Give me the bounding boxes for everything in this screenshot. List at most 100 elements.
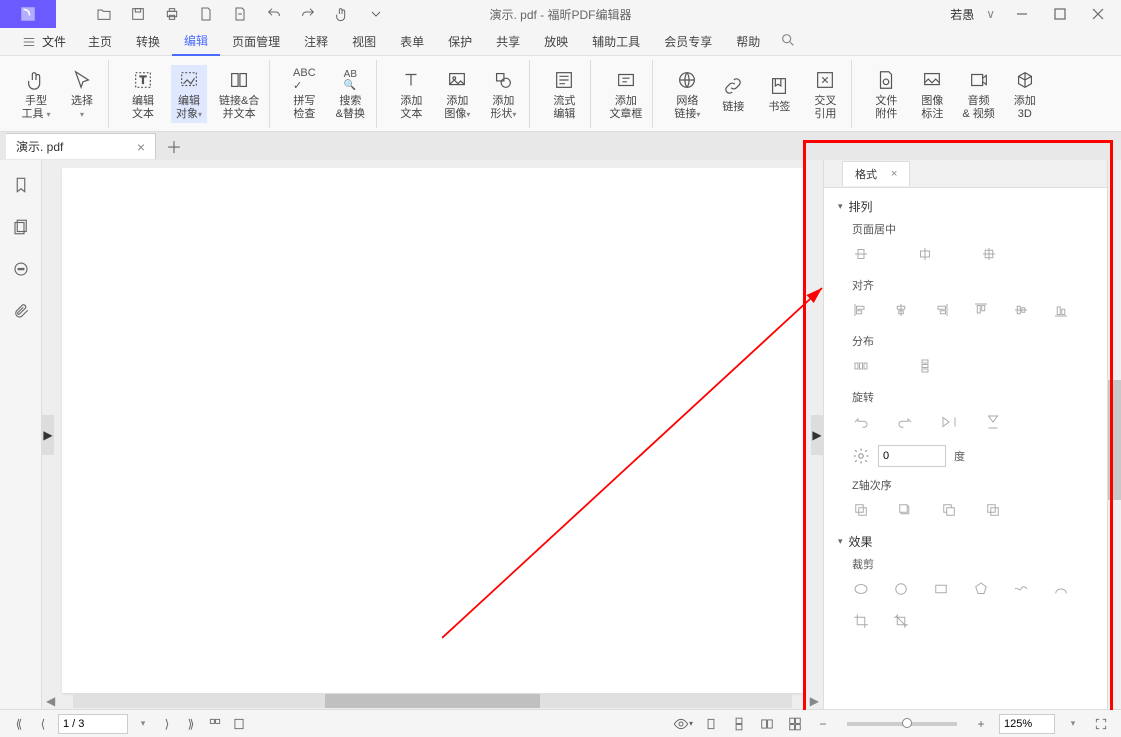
first-page-button[interactable]: ⟪ bbox=[10, 715, 28, 733]
arrange-section-header[interactable]: ▾排列 bbox=[838, 198, 1093, 215]
hand-drop-icon[interactable] bbox=[334, 6, 350, 22]
tab-close-icon[interactable]: × bbox=[137, 139, 145, 155]
menu-home[interactable]: 主页 bbox=[76, 28, 124, 56]
send-backward-icon[interactable] bbox=[940, 501, 958, 519]
doc1-icon[interactable] bbox=[198, 6, 214, 22]
menu-comment[interactable]: 注释 bbox=[292, 28, 340, 56]
send-back-icon[interactable] bbox=[984, 501, 1002, 519]
menu-view[interactable]: 视图 bbox=[340, 28, 388, 56]
panel-scrollbar[interactable] bbox=[1107, 160, 1121, 709]
doc2-icon[interactable] bbox=[232, 6, 248, 22]
zoom-input[interactable] bbox=[999, 714, 1055, 734]
menu-vip[interactable]: 会员专享 bbox=[652, 28, 724, 56]
menu-convert[interactable]: 转换 bbox=[124, 28, 172, 56]
menu-pages[interactable]: 页面管理 bbox=[220, 28, 292, 56]
zoom-slider[interactable] bbox=[847, 722, 957, 726]
fullscreen-icon[interactable] bbox=[1091, 714, 1111, 734]
format-tab-close-icon[interactable]: × bbox=[891, 168, 897, 180]
attachments-panel-icon[interactable] bbox=[12, 302, 30, 320]
effects-section-header[interactable]: ▾效果 bbox=[838, 533, 1093, 550]
collapse-right-button[interactable]: ▶ bbox=[811, 415, 823, 455]
thumbnails-icon[interactable] bbox=[206, 715, 224, 733]
crop-free-icon[interactable] bbox=[892, 612, 910, 630]
prev-page-button[interactable]: ⟨ bbox=[34, 715, 52, 733]
menu-form[interactable]: 表单 bbox=[388, 28, 436, 56]
crop-rect-icon[interactable] bbox=[932, 580, 950, 598]
search-icon[interactable] bbox=[780, 32, 796, 51]
crop-curve-icon[interactable] bbox=[1052, 580, 1070, 598]
add-image-button[interactable]: 添加 图像▾ bbox=[439, 65, 475, 123]
rotate-cw-icon[interactable] bbox=[896, 413, 914, 431]
distribute-v-icon[interactable] bbox=[916, 357, 934, 375]
menu-share[interactable]: 共享 bbox=[484, 28, 532, 56]
attachment-button[interactable]: 文件 附件 bbox=[868, 65, 904, 123]
menu-edit[interactable]: 编辑 bbox=[172, 28, 220, 56]
more-icon[interactable] bbox=[368, 6, 384, 22]
eye-icon[interactable]: ▾ bbox=[673, 714, 693, 734]
image-annot-button[interactable]: 图像 标注 bbox=[914, 65, 950, 123]
spell-check-button[interactable]: ABC✓拼写 检查 bbox=[286, 65, 322, 123]
hand-tool-button[interactable]: 手型 工具 ▾ bbox=[18, 65, 54, 123]
bring-front-icon[interactable] bbox=[852, 501, 870, 519]
layout-facing-icon[interactable] bbox=[757, 714, 777, 734]
crop-wave-icon[interactable] bbox=[1012, 580, 1030, 598]
zoom-out-button[interactable]: − bbox=[813, 714, 833, 734]
edit-object-button[interactable]: 编辑 对象▾ bbox=[171, 65, 207, 123]
distribute-h-icon[interactable] bbox=[852, 357, 870, 375]
last-page-button[interactable]: ⟫ bbox=[182, 715, 200, 733]
zoom-in-button[interactable]: + bbox=[971, 714, 991, 734]
flip-h-icon[interactable] bbox=[940, 413, 958, 431]
next-page-button[interactable]: ⟩ bbox=[158, 715, 176, 733]
crop-tool-icon[interactable] bbox=[852, 612, 870, 630]
crossref-button[interactable]: 交叉 引用 bbox=[807, 65, 843, 123]
menu-accessibility[interactable]: 辅助工具 bbox=[580, 28, 652, 56]
crop-polygon-icon[interactable] bbox=[972, 580, 990, 598]
save-icon[interactable] bbox=[130, 6, 146, 22]
open-icon[interactable] bbox=[96, 6, 112, 22]
bookmark-button[interactable]: 书签 bbox=[761, 71, 797, 116]
center-v-icon[interactable] bbox=[916, 245, 934, 263]
maximize-button[interactable] bbox=[1045, 0, 1075, 28]
add-text-button[interactable]: 添加 文本 bbox=[393, 65, 429, 123]
menu-help[interactable]: 帮助 bbox=[724, 28, 772, 56]
layout-continuous-icon[interactable] bbox=[729, 714, 749, 734]
select-button[interactable]: 选择▾ bbox=[64, 65, 100, 123]
bookmark-panel-icon[interactable] bbox=[12, 176, 30, 194]
crop-oval-icon[interactable] bbox=[852, 580, 870, 598]
page-input[interactable] bbox=[58, 714, 128, 734]
print-icon[interactable] bbox=[164, 6, 180, 22]
horizontal-scrollbar[interactable]: ◀ ▶ bbox=[42, 693, 823, 709]
user-label[interactable]: 若愚 bbox=[950, 6, 974, 23]
add-shape-button[interactable]: 添加 形状▾ bbox=[485, 65, 521, 123]
format-tab[interactable]: 格式 × bbox=[842, 161, 910, 186]
reflow-edit-button[interactable]: 流式 编辑 bbox=[546, 65, 582, 123]
link-merge-button[interactable]: 链接&合 并文本 bbox=[217, 65, 261, 123]
user-chev-icon[interactable]: ∨ bbox=[986, 7, 995, 21]
layout-continuous-facing-icon[interactable] bbox=[785, 714, 805, 734]
close-button[interactable] bbox=[1083, 0, 1113, 28]
minimize-button[interactable] bbox=[1007, 0, 1037, 28]
search-replace-button[interactable]: AB🔍搜索 &替换 bbox=[332, 65, 368, 123]
weblink-button[interactable]: 网络 链接▾ bbox=[669, 65, 705, 123]
align-center-h-icon[interactable] bbox=[892, 301, 910, 319]
align-middle-icon[interactable] bbox=[1012, 301, 1030, 319]
document-tab[interactable]: 演示. pdf × bbox=[6, 133, 156, 159]
pdf-page[interactable] bbox=[62, 168, 803, 693]
layout-single-icon[interactable] bbox=[701, 714, 721, 734]
redo-icon[interactable] bbox=[300, 6, 316, 22]
add-3d-button[interactable]: 添加 3D bbox=[1007, 65, 1043, 123]
textbox-button[interactable]: 添加 文章框 bbox=[607, 65, 644, 123]
flip-v-icon[interactable] bbox=[984, 413, 1002, 431]
align-bottom-icon[interactable] bbox=[1052, 301, 1070, 319]
crop-circle-icon[interactable] bbox=[892, 580, 910, 598]
rotate-ccw-icon[interactable] bbox=[852, 413, 870, 431]
hscroll-thumb[interactable] bbox=[325, 694, 541, 708]
undo-icon[interactable] bbox=[266, 6, 282, 22]
align-top-icon[interactable] bbox=[972, 301, 990, 319]
edit-text-button[interactable]: T编辑 文本 bbox=[125, 65, 161, 123]
audio-video-button[interactable]: 音频 & 视频 bbox=[960, 65, 996, 123]
new-tab-button[interactable]: ＋ bbox=[156, 134, 192, 158]
bring-forward-icon[interactable] bbox=[896, 501, 914, 519]
menu-slideshow[interactable]: 放映 bbox=[532, 28, 580, 56]
pages-panel-icon[interactable] bbox=[12, 218, 30, 236]
